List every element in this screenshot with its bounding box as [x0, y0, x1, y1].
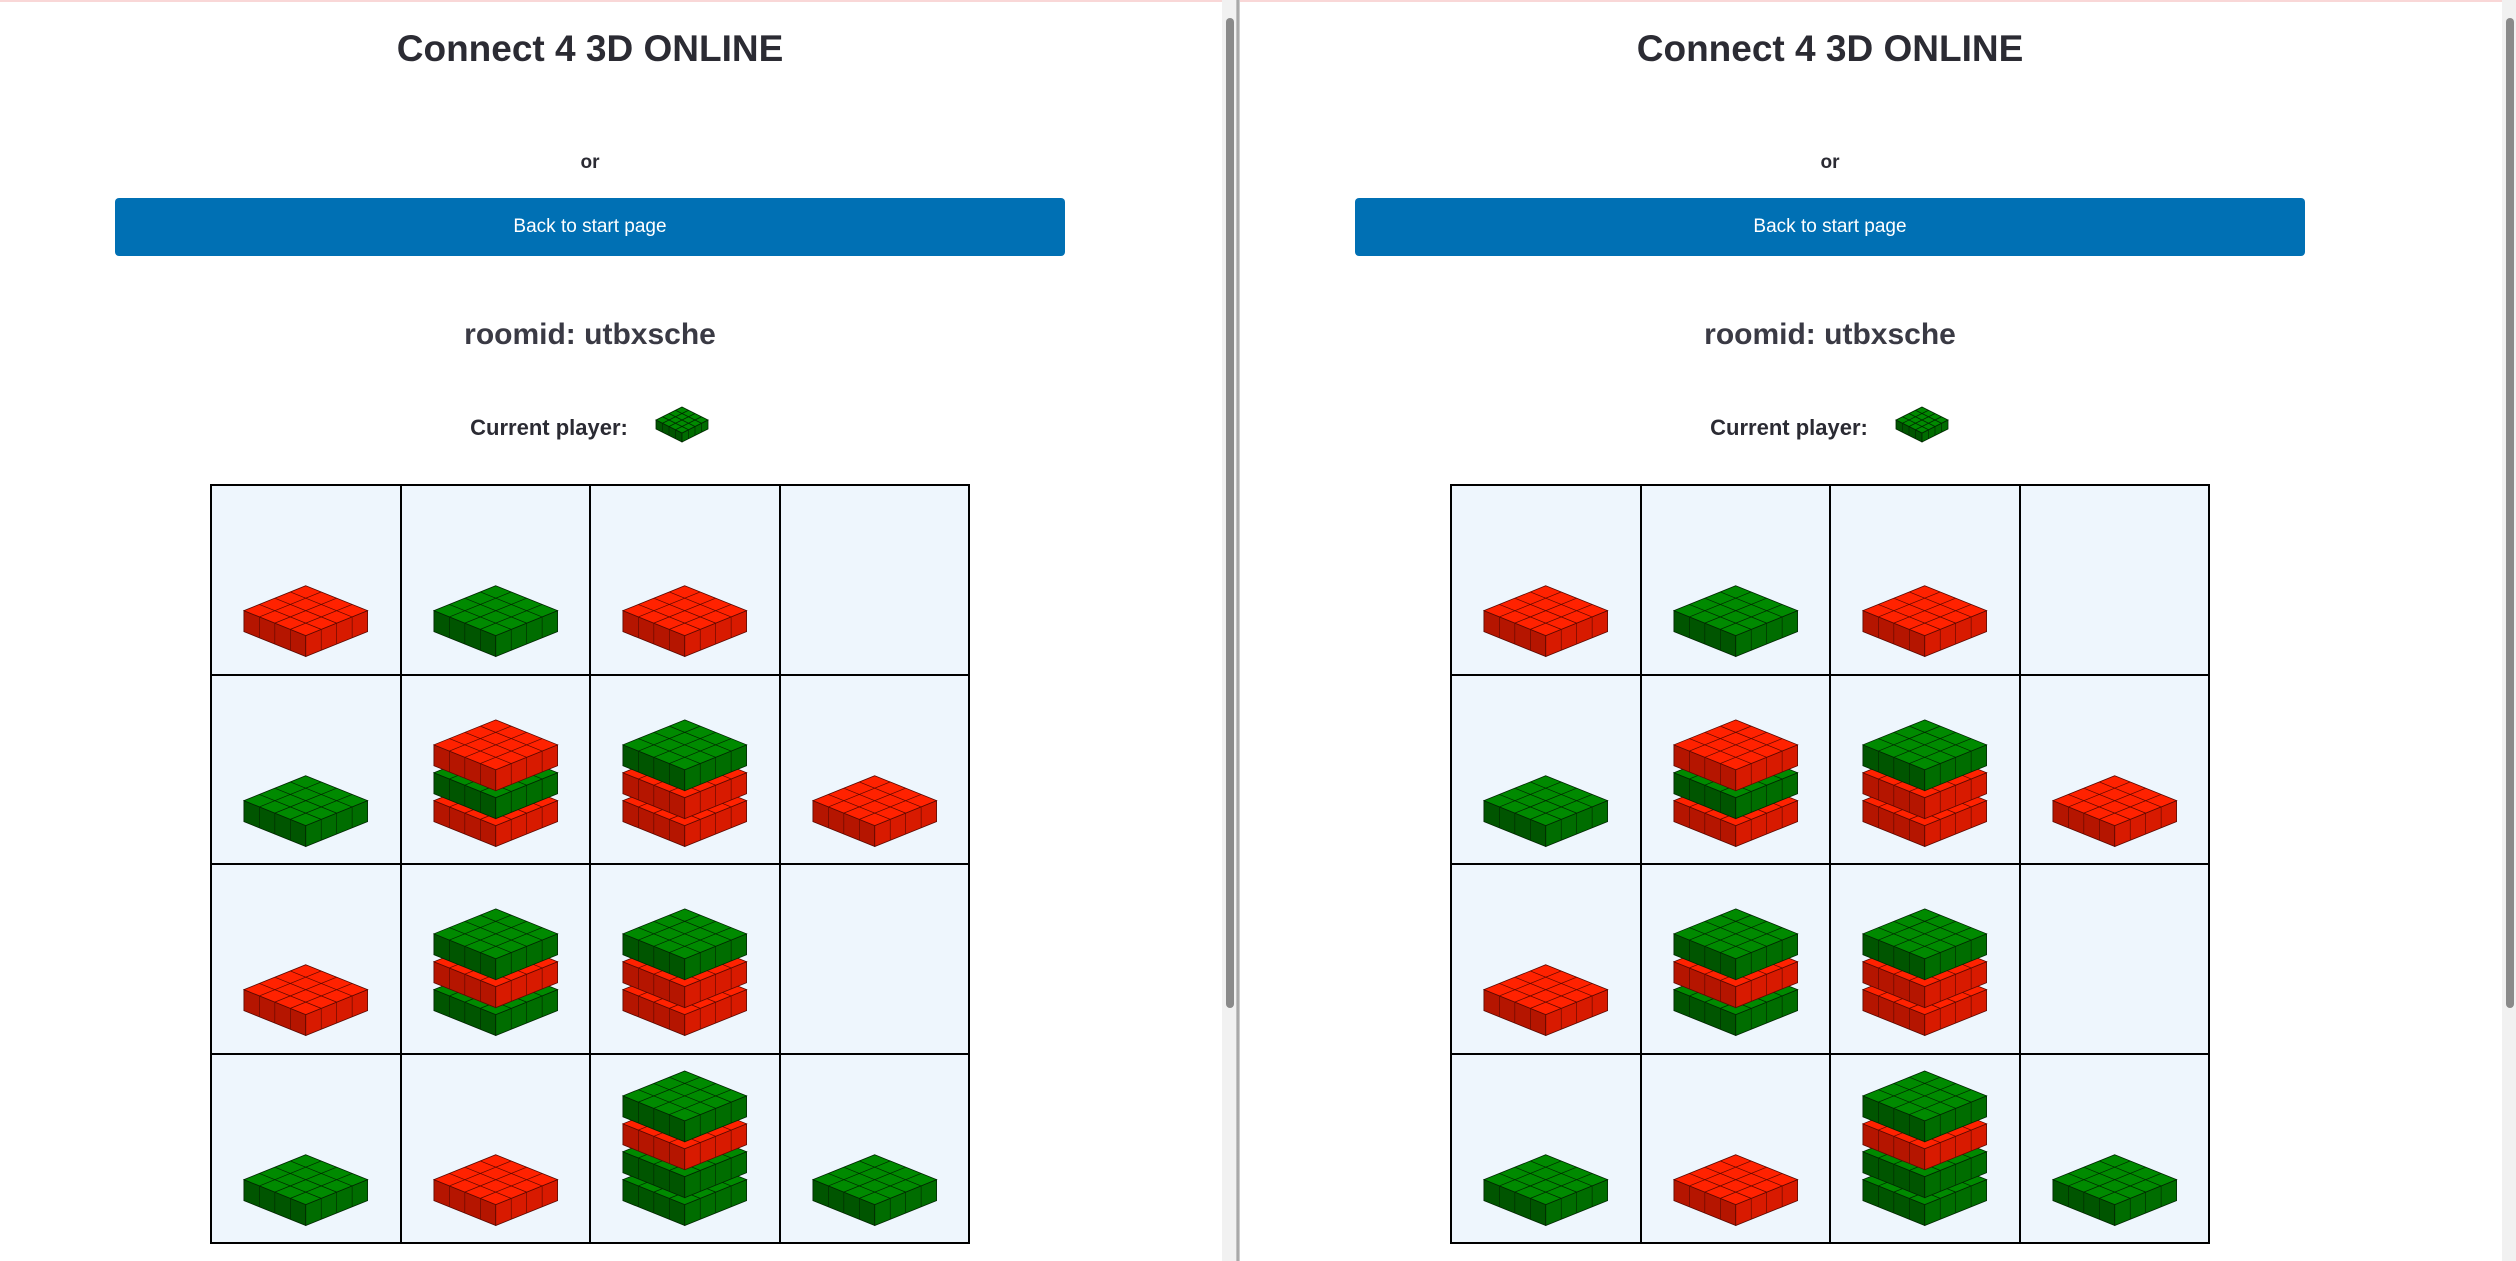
right-window: Connect 4 3D ONLINE or Back to start pag… [1240, 0, 2516, 1261]
red-piece [1672, 1153, 1799, 1226]
green-piece [242, 774, 369, 847]
green-piece [2051, 1153, 2178, 1226]
current-player-label: Current player: [1710, 415, 1868, 440]
board-cell[interactable] [400, 864, 590, 1054]
scrollbar[interactable] [1222, 0, 1236, 1261]
board-cell[interactable] [1830, 674, 2020, 864]
board-cell[interactable] [211, 1053, 401, 1243]
board-cell[interactable] [400, 674, 590, 864]
board-cell[interactable] [1451, 674, 1641, 864]
red-piece [242, 585, 369, 658]
board-cell[interactable] [590, 674, 780, 864]
game-page: Connect 4 3D ONLINE or Back to start pag… [0, 0, 1180, 1261]
board-cell[interactable] [590, 1053, 780, 1243]
board-cell[interactable] [1640, 674, 1830, 864]
board-cell[interactable] [1451, 485, 1641, 675]
red-piece [1482, 585, 1609, 658]
current-player: Current player: [0, 400, 1180, 456]
scrollbar-thumb[interactable] [2506, 18, 2514, 1008]
board-cell[interactable] [1640, 485, 1830, 675]
current-player-piece [654, 406, 709, 443]
room-id: roomid: utbxsche [464, 318, 716, 351]
green-piece [1482, 774, 1609, 847]
board-cell[interactable] [211, 485, 401, 675]
left-window: Connect 4 3D ONLINE or Back to start pag… [0, 0, 1236, 1261]
board-cell[interactable] [779, 674, 969, 864]
board-cell[interactable] [1830, 864, 2020, 1054]
red-piece [621, 585, 748, 658]
red-piece [2051, 774, 2178, 847]
green-piece [432, 585, 559, 658]
board-cell[interactable] [1451, 864, 1641, 1054]
board-cell[interactable] [590, 864, 780, 1054]
red-piece [811, 774, 938, 847]
page-title: Connect 4 3D ONLINE [396, 28, 784, 69]
red-piece [432, 1153, 559, 1226]
board-cell[interactable] [400, 485, 590, 675]
room-id: roomid: utbxsche [1704, 318, 1956, 351]
red-piece [1482, 964, 1609, 1037]
board-cell[interactable] [590, 485, 780, 675]
back-to-start-button[interactable]: Back to start page [115, 198, 1065, 256]
board-cell[interactable] [211, 864, 401, 1054]
red-piece [242, 964, 369, 1037]
current-player-token-icon [1894, 406, 1949, 443]
or-text: or [580, 152, 600, 173]
game-board [1450, 484, 2210, 1244]
board-cell[interactable] [211, 674, 401, 864]
current-player-label: Current player: [470, 415, 628, 440]
board-cell[interactable] [1451, 1053, 1641, 1243]
board-cell[interactable] [2019, 485, 2209, 675]
current-player-piece [1894, 406, 1949, 443]
board-cell[interactable] [2019, 864, 2209, 1054]
board-cell[interactable] [1830, 1053, 2020, 1243]
current-player: Current player: [1240, 400, 2420, 456]
green-piece [242, 1153, 369, 1226]
board-cell[interactable] [779, 485, 969, 675]
back-to-start-button[interactable]: Back to start page [1355, 198, 2305, 256]
board-cell[interactable] [1830, 485, 2020, 675]
page-title: Connect 4 3D ONLINE [1636, 28, 2024, 69]
scrollbar[interactable] [2502, 0, 2516, 1261]
scrollbar-thumb[interactable] [1226, 18, 1234, 1008]
game-page: Connect 4 3D ONLINE or Back to start pag… [1240, 0, 2420, 1261]
board-cell[interactable] [2019, 1053, 2209, 1243]
green-piece [1482, 1153, 1609, 1226]
game-board [210, 484, 970, 1244]
board-cell[interactable] [400, 1053, 590, 1243]
board-cell[interactable] [779, 864, 969, 1054]
green-piece [1672, 585, 1799, 658]
board-cell[interactable] [2019, 674, 2209, 864]
or-text: or [1820, 152, 1840, 173]
current-player-token-icon [654, 406, 709, 443]
board-cell[interactable] [1640, 1053, 1830, 1243]
board-cell[interactable] [779, 1053, 969, 1243]
board-cell[interactable] [1640, 864, 1830, 1054]
red-piece [1861, 585, 1988, 658]
green-piece [811, 1153, 938, 1226]
